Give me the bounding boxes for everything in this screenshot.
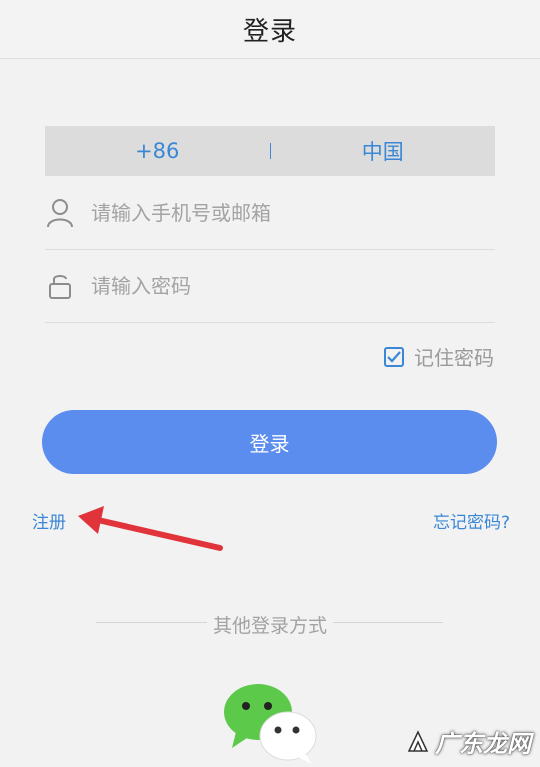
app-header: 登录 xyxy=(0,0,540,59)
remember-checkbox[interactable] xyxy=(384,346,404,367)
forgot-password-link[interactable]: 忘记密码? xyxy=(433,508,510,533)
remember-password[interactable]: 记住密码 xyxy=(384,342,494,371)
login-button[interactable]: 登录 xyxy=(42,410,497,474)
checkmark-icon xyxy=(387,350,401,363)
account-field[interactable] xyxy=(45,177,495,250)
remember-label: 记住密码 xyxy=(414,346,494,370)
password-field[interactable] xyxy=(45,250,495,323)
other-login-label: 其他登录方式 xyxy=(206,615,333,637)
watermark-text: 广东龙网 xyxy=(435,730,531,758)
wechat-icon[interactable] xyxy=(222,682,318,767)
register-link[interactable]: 注册 xyxy=(32,508,66,533)
other-login-label-wrap: 其他登录方式 xyxy=(0,611,540,638)
region-selector[interactable]: +86 中国 xyxy=(45,126,495,176)
country-code[interactable]: +86 xyxy=(45,139,270,163)
password-input[interactable] xyxy=(89,273,473,299)
watermark: 广东龙网 xyxy=(405,724,531,759)
lock-icon xyxy=(45,271,75,301)
page-title: 登录 xyxy=(242,16,297,47)
country-name[interactable]: 中国 xyxy=(271,136,496,166)
user-icon xyxy=(45,198,75,228)
watermark-logo-icon xyxy=(407,729,429,752)
annotation-arrow-icon xyxy=(78,506,223,551)
account-input[interactable] xyxy=(89,200,473,226)
